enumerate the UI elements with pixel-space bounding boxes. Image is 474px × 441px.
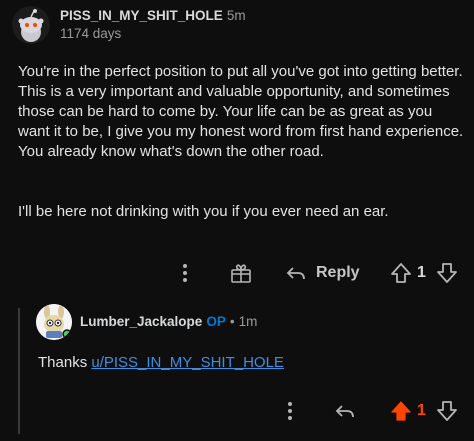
op-badge: OP: [206, 314, 226, 329]
downvote-icon: [437, 401, 457, 421]
comment-time: 5m: [226, 8, 246, 23]
vote-count: 1: [417, 402, 426, 419]
comment-actions: Reply 1: [0, 258, 474, 288]
reply-button[interactable]: [333, 399, 357, 423]
downvote-button[interactable]: [435, 261, 459, 285]
reply-text: Thanks: [38, 354, 92, 371]
user-mention-link[interactable]: u/PISS_IN_MY_SHIT_HOLE: [91, 354, 284, 371]
reply-label: Reply: [316, 264, 360, 281]
reply-icon: [335, 405, 354, 418]
reply-icon: [286, 267, 305, 280]
snoo-avatar-icon: [12, 6, 50, 44]
upvote-icon: [391, 263, 411, 283]
downvote-icon: [437, 263, 457, 283]
comment-paragraph: I'll be here not drinking with you if yo…: [18, 203, 389, 220]
avatar[interactable]: [12, 6, 50, 44]
downvote-button[interactable]: [435, 399, 459, 423]
username[interactable]: PISS_IN_MY_SHIT_HOLE: [60, 8, 223, 23]
upvote-button[interactable]: [389, 261, 413, 285]
user-badge: 1174 days: [60, 26, 122, 41]
jackalope-avatar-icon: [36, 304, 72, 340]
comment-paragraph: You're in the perfect position to put al…: [18, 63, 464, 160]
reply-time: 1m: [238, 314, 258, 329]
upvote-button[interactable]: [389, 399, 413, 423]
vote-count: 1: [417, 264, 426, 281]
reply-actions: 1: [0, 396, 474, 426]
more-vertical-icon[interactable]: [283, 400, 297, 422]
reply-author: Lumber_Jackalope OP • 1m: [80, 314, 257, 329]
comment-author[interactable]: PISS_IN_MY_SHIT_HOLE 5m: [60, 8, 246, 23]
comment-body: You're in the perfect position to put al…: [18, 62, 464, 222]
separator-dot: •: [229, 314, 235, 329]
username[interactable]: Lumber_Jackalope: [80, 314, 202, 329]
upvote-icon: [391, 401, 411, 421]
avatar[interactable]: [36, 304, 72, 340]
more-vertical-icon[interactable]: [178, 262, 192, 284]
reply-body: Thanks u/PISS_IN_MY_SHIT_HOLE: [38, 354, 284, 371]
award-icon[interactable]: [229, 261, 253, 285]
reply-button[interactable]: Reply: [284, 261, 360, 285]
